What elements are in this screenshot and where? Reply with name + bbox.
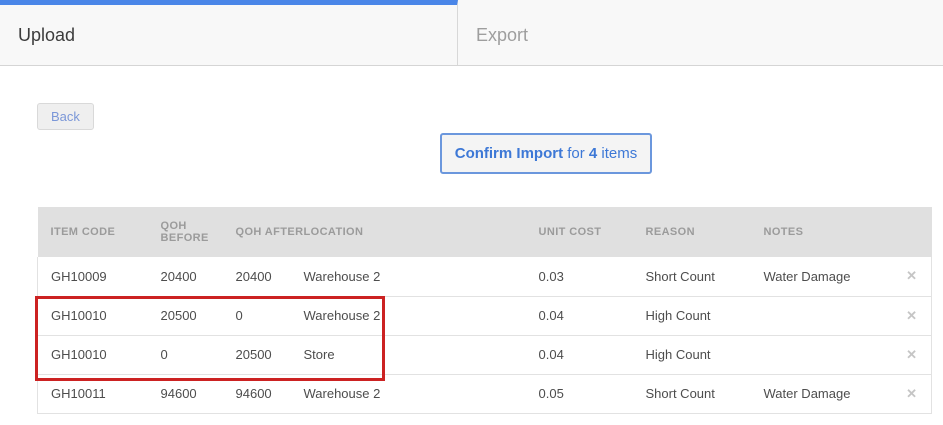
cell-qoh-after: 0	[235, 296, 304, 336]
column-header-qoh-before: QOH BEFORE	[160, 207, 236, 257]
cell-location: Warehouse 2	[303, 257, 539, 297]
cell-remove: ✕	[883, 374, 932, 414]
cell-location: Store	[303, 335, 539, 375]
cell-reason: High Count	[645, 335, 764, 375]
cell-item-code: GH10009	[37, 257, 161, 297]
column-header-reason: REASON	[645, 207, 764, 257]
cell-unit-cost: 0.05	[538, 374, 646, 414]
cell-item-code: GH10010	[37, 335, 161, 375]
remove-row-icon[interactable]: ✕	[906, 268, 917, 284]
table-header-row: ITEM CODE QOH BEFORE QOH AFTER LOCATION …	[37, 207, 932, 257]
column-header-unit-cost: UNIT COST	[538, 207, 646, 257]
column-header-item-code: ITEM CODE	[37, 207, 161, 257]
cell-notes: Water Damage	[763, 374, 884, 414]
import-preview-table: ITEM CODE QOH BEFORE QOH AFTER LOCATION …	[37, 207, 932, 414]
column-header-remove	[883, 207, 932, 257]
column-header-notes: NOTES	[763, 207, 884, 257]
cell-qoh-before: 20400	[160, 257, 236, 297]
table-row: GH10010 20500 0 Warehouse 2 0.04 High Co…	[37, 296, 932, 336]
tab-upload[interactable]: Upload	[0, 0, 458, 65]
confirm-import-button[interactable]: Confirm Import for 4 items	[440, 133, 652, 174]
remove-row-icon[interactable]: ✕	[906, 386, 917, 402]
cell-reason: Short Count	[645, 257, 764, 297]
tab-export-label: Export	[476, 24, 529, 45]
confirm-import-action-text: Confirm Import	[454, 145, 564, 162]
back-button[interactable]: Back	[37, 103, 94, 130]
cell-remove: ✕	[883, 335, 932, 375]
tab-export[interactable]: Export	[458, 0, 943, 65]
cell-remove: ✕	[883, 257, 932, 297]
cell-unit-cost: 0.03	[538, 257, 646, 297]
tab-bar: Upload Export	[0, 0, 943, 66]
cell-qoh-before: 94600	[160, 374, 236, 414]
cell-unit-cost: 0.04	[538, 296, 646, 336]
cell-qoh-after: 20500	[235, 335, 304, 375]
cell-location: Warehouse 2	[303, 374, 539, 414]
table-row: GH10011 94600 94600 Warehouse 2 0.05 Sho…	[37, 374, 932, 414]
import-preview-page: Upload Export Back Confirm Import for 4 …	[0, 0, 943, 425]
confirm-import-count: 4	[588, 145, 598, 162]
cell-qoh-before: 0	[160, 335, 236, 375]
cell-item-code: GH10011	[37, 374, 161, 414]
cell-remove: ✕	[883, 296, 932, 336]
cell-location: Warehouse 2	[303, 296, 539, 336]
table-row: GH10010 0 20500 Store 0.04 High Count ✕	[37, 335, 932, 375]
cell-notes	[763, 296, 884, 336]
cell-unit-cost: 0.04	[538, 335, 646, 375]
table-row: GH10009 20400 20400 Warehouse 2 0.03 Sho…	[37, 257, 932, 297]
confirm-import-mid-text: for	[563, 145, 589, 162]
cell-item-code: GH10010	[37, 296, 161, 336]
remove-row-icon[interactable]: ✕	[906, 308, 917, 324]
remove-row-icon[interactable]: ✕	[906, 347, 917, 363]
cell-notes	[763, 335, 884, 375]
cell-qoh-after: 94600	[235, 374, 304, 414]
cell-reason: High Count	[645, 296, 764, 336]
confirm-import-tail-text: items	[597, 145, 638, 162]
cell-qoh-after: 20400	[235, 257, 304, 297]
column-header-location: LOCATION	[303, 207, 539, 257]
cell-reason: Short Count	[645, 374, 764, 414]
column-header-qoh-after: QOH AFTER	[235, 207, 304, 257]
cell-notes: Water Damage	[763, 257, 884, 297]
cell-qoh-before: 20500	[160, 296, 236, 336]
tab-upload-label: Upload	[18, 24, 76, 45]
